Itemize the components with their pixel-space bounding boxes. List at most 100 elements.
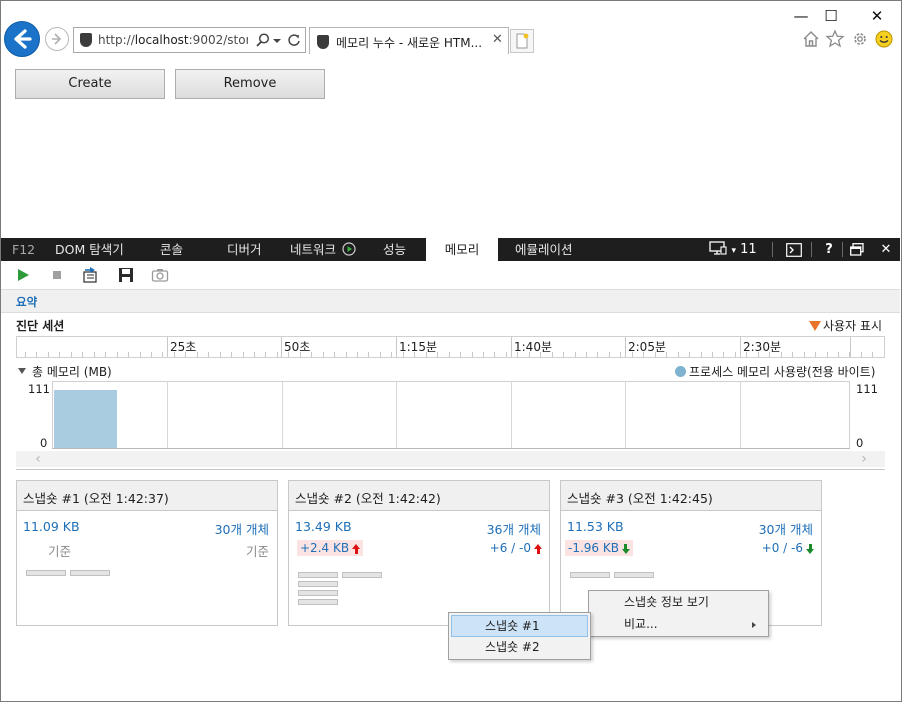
tab-memory[interactable]: 메모리: [426, 238, 498, 261]
y-axis-min-left: 0: [40, 436, 48, 450]
view-tabs: 요약: [1, 289, 900, 313]
memory-graph-title[interactable]: 총 메모리 (MB): [18, 363, 112, 380]
memory-toolbar: [1, 261, 900, 289]
scroll-left-icon[interactable]: ‹: [30, 451, 46, 467]
tab-dom-explorer[interactable]: DOM 탐색기: [55, 238, 124, 261]
ruler-label: 1:40분: [514, 340, 552, 354]
target-picker[interactable]: ▾ 11: [707, 238, 759, 261]
decrease-arrow-icon: [806, 544, 814, 554]
f12-label: F12: [12, 242, 36, 257]
memory-graph-label: 총 메모리 (MB): [32, 365, 112, 379]
undock-icon[interactable]: [850, 243, 864, 256]
camera-icon[interactable]: [151, 266, 169, 284]
target-count: 11: [740, 242, 757, 257]
shield-icon: [317, 35, 329, 49]
address-bar[interactable]: http://localhost:9002/storag: [73, 27, 306, 53]
increase-arrow-icon: [534, 544, 542, 554]
count-diff[interactable]: +6 / -0: [487, 540, 545, 556]
ruler-label: 50초: [284, 340, 311, 354]
compare-item-snapshot-1[interactable]: 스냅숏 #1: [451, 615, 588, 637]
y-axis-min-right: 0: [856, 436, 864, 450]
baseline-count: 기준: [245, 544, 269, 559]
tab-network-label: 네트워크: [290, 242, 337, 257]
tab-debugger[interactable]: 디버거: [227, 238, 262, 261]
timeline-ruler[interactable]: 25초 50초 1:15분 1:40분 2:05분 2:30분: [16, 336, 885, 358]
monitor-icon: [709, 241, 727, 255]
tab-emulation[interactable]: 에뮬레이션: [515, 238, 573, 261]
tab-performance[interactable]: 성능: [383, 238, 406, 261]
new-tab-button[interactable]: [510, 29, 534, 53]
session-title: 진단 세션: [16, 319, 65, 333]
close-tab-icon[interactable]: ✕: [492, 32, 503, 47]
scroll-right-icon[interactable]: ›: [856, 451, 872, 467]
tab-console[interactable]: 콘솔: [160, 238, 183, 261]
arrow-left-icon: [14, 29, 32, 49]
snapshot-title: 스냅숏 #1 (오전 1:42:37): [23, 491, 169, 506]
close-devtools-button[interactable]: ✕: [876, 238, 896, 261]
menu-compare[interactable]: 비교...: [591, 614, 766, 636]
snapshot-object-count[interactable]: 30개 개체: [215, 519, 269, 538]
home-icon[interactable]: [802, 30, 820, 48]
graph-legend: 프로세스 메모리 사용량(전용 바이트): [675, 363, 875, 380]
forward-button[interactable]: [45, 27, 69, 51]
submenu-arrow-icon: [752, 622, 756, 628]
y-axis-max-left: 111: [28, 382, 50, 396]
play-circle-icon: [342, 242, 356, 256]
snapshot-card-2[interactable]: 스냅숏 #2 (오전 1:42:42) 13.49 KB 36개 개체 +2.4…: [288, 480, 550, 626]
count-diff-value: +0 / -6: [761, 541, 803, 555]
menu-view-details[interactable]: 스냅숏 정보 보기: [591, 592, 766, 614]
snapshot-object-count[interactable]: 36개 개체: [487, 519, 541, 538]
tab-summary[interactable]: 요약: [16, 294, 37, 310]
ruler-label: 25초: [170, 340, 197, 354]
dropdown-icon[interactable]: [273, 37, 281, 45]
import-icon[interactable]: [82, 266, 100, 284]
smiley-icon[interactable]: [875, 30, 893, 48]
tab-memory-leak[interactable]: 메모리 누수 - 새로운 HTM... ✕: [309, 27, 509, 54]
tab-network[interactable]: 네트워크: [290, 238, 356, 261]
tab-title: 메모리 누수 - 새로운 HTM...: [336, 36, 483, 50]
timeline-scrollbar[interactable]: ‹ ›: [16, 451, 885, 467]
memory-graph[interactable]: [52, 381, 850, 449]
close-button[interactable]: ✕: [862, 4, 892, 28]
decrease-arrow-icon: [621, 544, 630, 554]
stop-icon[interactable]: [48, 266, 66, 284]
maximize-button[interactable]: ☐: [816, 4, 846, 28]
search-icon[interactable]: [255, 32, 271, 48]
remove-button[interactable]: Remove: [175, 69, 325, 99]
snapshot-title: 스냅숏 #2 (오전 1:42:42): [295, 491, 441, 506]
play-icon[interactable]: [14, 266, 32, 284]
create-button[interactable]: Create: [15, 69, 165, 99]
legend-label: 프로세스 메모리 사용량(전용 바이트): [689, 365, 876, 379]
snapshot-context-menu: 스냅숏 정보 보기 비교...: [588, 590, 769, 637]
snapshot-size[interactable]: 11.09 KB: [23, 519, 80, 534]
legend-swatch: [675, 366, 686, 377]
console-icon[interactable]: [786, 243, 802, 257]
menu-compare-label: 비교...: [624, 617, 658, 631]
help-button[interactable]: ?: [819, 238, 839, 261]
size-diff-value: +2.4 KB: [300, 541, 350, 555]
arrow-right-icon: [52, 33, 62, 45]
gear-icon[interactable]: [851, 30, 869, 48]
user-marks-toggle[interactable]: 사용자 표시: [809, 317, 882, 334]
snapshot-card-1[interactable]: 스냅숏 #1 (오전 1:42:37) 11.09 KB 30개 개체 기준 기…: [16, 480, 278, 626]
collapse-icon: [18, 368, 26, 374]
snapshot-size[interactable]: 13.49 KB: [295, 519, 352, 534]
size-diff[interactable]: +2.4 KB: [297, 540, 364, 556]
count-diff[interactable]: +0 / -6: [759, 540, 817, 556]
compare-item-snapshot-2[interactable]: 스냅숏 #2: [451, 637, 588, 659]
shield-icon: [80, 33, 92, 47]
snapshot-object-count[interactable]: 30개 개체: [759, 519, 813, 538]
memory-usage-bar: [54, 389, 117, 448]
user-marks-label: 사용자 표시: [823, 319, 883, 333]
favorites-icon[interactable]: [825, 29, 845, 49]
size-diff[interactable]: -1.96 KB: [565, 540, 633, 556]
f12-toolbar: F12 DOM 탐색기 콘솔 디버거 네트워크 성능 메모리 에뮬레이션 ▾ 1…: [1, 238, 900, 261]
size-diff-value: -1.96 KB: [568, 541, 619, 555]
snapshot-size[interactable]: 11.53 KB: [567, 519, 624, 534]
increase-arrow-icon: [352, 544, 361, 554]
save-icon[interactable]: [117, 266, 135, 284]
refresh-icon[interactable]: [287, 33, 301, 47]
new-tab-icon: [516, 33, 529, 49]
minimize-button[interactable]: —: [786, 4, 816, 28]
back-button[interactable]: [4, 21, 40, 57]
